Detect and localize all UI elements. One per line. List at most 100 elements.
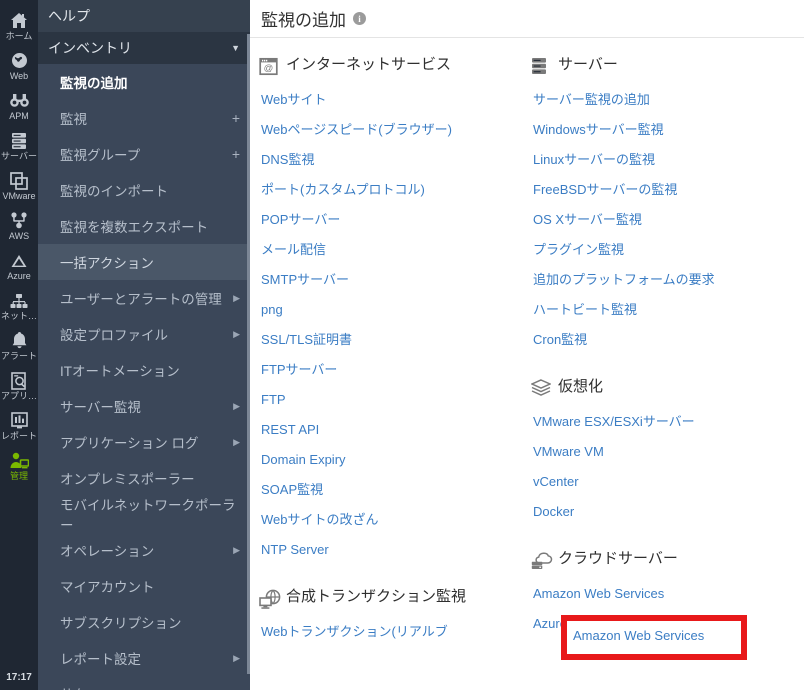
page-header: 監視の追加 i	[250, 0, 804, 38]
layers-icon	[531, 379, 551, 398]
sidebar-item-label: モバイルネットワークポーラー	[60, 498, 236, 533]
sidebar-item[interactable]: 監視を複数エクスポート	[38, 208, 250, 244]
sidebar-item-label: マイアカウント	[60, 580, 155, 595]
sidebar-item[interactable]: レポート設定 ▶	[38, 640, 250, 676]
sidebar-item-label: アプリケーション ログ	[60, 436, 199, 451]
monitor-link[interactable]: メール配信	[259, 235, 520, 265]
plus-icon[interactable]: +	[232, 111, 240, 125]
rail-item-label: VMware	[2, 191, 36, 201]
monitor-link[interactable]: REST API	[259, 415, 520, 445]
rail-item-azure-triangle[interactable]: Azure	[0, 246, 38, 286]
rail-item-report[interactable]: レポート	[0, 406, 38, 446]
monitor-link[interactable]: NTP Server	[259, 535, 520, 565]
monitor-link[interactable]: Webページスピード(ブラウザー)	[259, 115, 520, 145]
browser-at-icon: @	[259, 57, 278, 76]
rail-item-aws-nodes[interactable]: AWS	[0, 206, 38, 246]
monitor-link[interactable]: DNS監視	[259, 145, 520, 175]
sidebar-item-label: 監視のインポート	[60, 184, 168, 199]
rail-item-server-rack[interactable]: サーバー	[0, 126, 38, 166]
monitor-link[interactable]: Webサイト	[259, 85, 520, 115]
sidebar-item-label: 設定プロファイル	[60, 328, 168, 343]
azure-triangle-icon	[9, 251, 29, 270]
cloud-server-icon	[531, 551, 553, 570]
monitor-link[interactable]: SSL/TLS証明書	[259, 325, 520, 355]
sidebar-item-label: 監視グループ	[60, 148, 141, 163]
monitor-link[interactable]: FTPサーバー	[259, 355, 520, 385]
link-amazon-web-services-highlighted[interactable]: Amazon Web Services	[573, 628, 704, 644]
monitor-link[interactable]: FTP	[259, 385, 520, 415]
globe-icon	[9, 51, 29, 70]
monitor-link[interactable]: Domain Expiry	[259, 445, 520, 475]
rail-item-app-log[interactable]: アプリ…	[0, 366, 38, 406]
monitor-link[interactable]: Cron監視	[531, 325, 780, 355]
monitor-group-header: @ インターネットサービス	[259, 55, 520, 76]
rail-item-vmware-squares[interactable]: VMware	[0, 166, 38, 206]
monitor-group: 合成トランザクション監視 Webトランザクション(リアルブ	[259, 587, 520, 647]
monitor-link[interactable]: 追加のプラットフォームの要求	[531, 265, 780, 295]
rail-item-label: APM	[9, 111, 29, 121]
monitor-link[interactable]: VMware VM	[531, 437, 780, 467]
monitor-link[interactable]: Linuxサーバーの監視	[531, 145, 780, 175]
sidebar-item[interactable]: 共有▶	[38, 676, 250, 690]
sidebar-item-label: 監視の追加	[60, 76, 128, 91]
sidebar-item-inventory[interactable]: インベントリ ▼	[38, 32, 250, 64]
monitor-link[interactable]: Webトランザクション(リアルブ	[259, 617, 520, 647]
rail-item-binoculars[interactable]: APM	[0, 86, 38, 126]
sidebar-item-label: サブスクリプション	[60, 616, 182, 631]
monitor-group-title: サーバー	[558, 56, 618, 73]
rail-item-label: アプリ…	[0, 391, 37, 401]
sidebar-item[interactable]: オンプレミスポーラー	[38, 460, 250, 496]
monitor-link[interactable]: VMware ESX/ESXiサーバー	[531, 407, 780, 437]
sidebar-item[interactable]: モバイルネットワークポーラー	[38, 496, 250, 533]
sidebar-item[interactable]: 一括アクション	[38, 244, 250, 280]
monitor-link[interactable]: Windowsサーバー監視	[531, 115, 780, 145]
sidebar-item-label: 監視を複数エクスポート	[60, 220, 209, 235]
admin-user-icon	[9, 451, 29, 470]
rail-item-label: AWS	[8, 231, 30, 241]
monitor-link[interactable]: POPサーバー	[259, 205, 520, 235]
sidebar-item[interactable]: 監視の追加	[38, 64, 250, 100]
chevron-right-icon: ▶	[233, 328, 240, 339]
monitor-link[interactable]: Docker	[531, 497, 780, 527]
sidebar-item-label: サーバー監視	[60, 400, 141, 415]
monitor-link[interactable]: vCenter	[531, 467, 780, 497]
monitor-link[interactable]: SOAP監視	[259, 475, 520, 505]
monitor-link[interactable]: サーバー監視の追加	[531, 85, 780, 115]
monitor-link[interactable]: ハートビート監視	[531, 295, 780, 325]
monitor-group-title: 仮想化	[558, 378, 604, 395]
sidebar-item[interactable]: マイアカウント	[38, 568, 250, 604]
left-icon-rail: ホーム Web APM サーバー VMware AWS Azure ネット… アラートアプリ… レ…	[0, 0, 38, 690]
sidebar-item-help[interactable]: ヘルプ	[38, 0, 250, 32]
rail-item-network-tree[interactable]: ネット…	[0, 286, 38, 326]
monitor-link[interactable]: SMTPサーバー	[259, 265, 520, 295]
sidebar-item[interactable]: 設定プロファイル ▶	[38, 316, 250, 352]
monitor-link[interactable]: Amazon Web Services	[531, 579, 780, 609]
monitor-link[interactable]: FreeBSDサーバーの監視	[531, 175, 780, 205]
sidebar-item[interactable]: ITオートメーション	[38, 352, 250, 388]
rail-item-home[interactable]: ホーム	[0, 6, 38, 46]
sidebar-item[interactable]: オペレーション ▶	[38, 532, 250, 568]
network-tree-icon	[9, 291, 29, 310]
monitor-column: サーバーサーバー監視の追加 Windowsサーバー監視 Linuxサーバーの監視 Fr…	[520, 55, 780, 669]
sidebar-item[interactable]: ユーザーとアラートの管理 ▶	[38, 280, 250, 316]
monitor-link[interactable]: Webサイトの改ざん	[259, 505, 520, 535]
monitor-link[interactable]: png	[259, 295, 520, 325]
rail-item-globe[interactable]: Web	[0, 46, 38, 86]
sidebar-item[interactable]: 監視グループ +	[38, 136, 250, 172]
monitor-link[interactable]: プラグイン監視	[531, 235, 780, 265]
sidebar-item[interactable]: サブスクリプション	[38, 604, 250, 640]
monitor-link[interactable]: ポート(カスタムプロトコル)	[259, 175, 520, 205]
sidebar-item[interactable]: 監視のインポート	[38, 172, 250, 208]
page-title: 監視の追加	[261, 11, 346, 30]
chevron-right-icon: ▶	[233, 400, 240, 411]
sidebar-item-label: 監視	[60, 112, 87, 127]
sidebar-item[interactable]: サーバー監視 ▶	[38, 388, 250, 424]
rail-item-bell[interactable]: アラート	[0, 326, 38, 366]
plus-icon[interactable]: +	[232, 147, 240, 161]
sidebar-item[interactable]: アプリケーション ログ ▶	[38, 424, 250, 460]
rail-item-admin-user[interactable]: 管理	[0, 446, 38, 486]
monitor-link[interactable]: OS Xサーバー監視	[531, 205, 780, 235]
sidebar-item-label: ユーザーとアラートの管理	[60, 292, 222, 307]
info-icon[interactable]: i	[353, 12, 366, 25]
sidebar-item[interactable]: 監視 +	[38, 100, 250, 136]
